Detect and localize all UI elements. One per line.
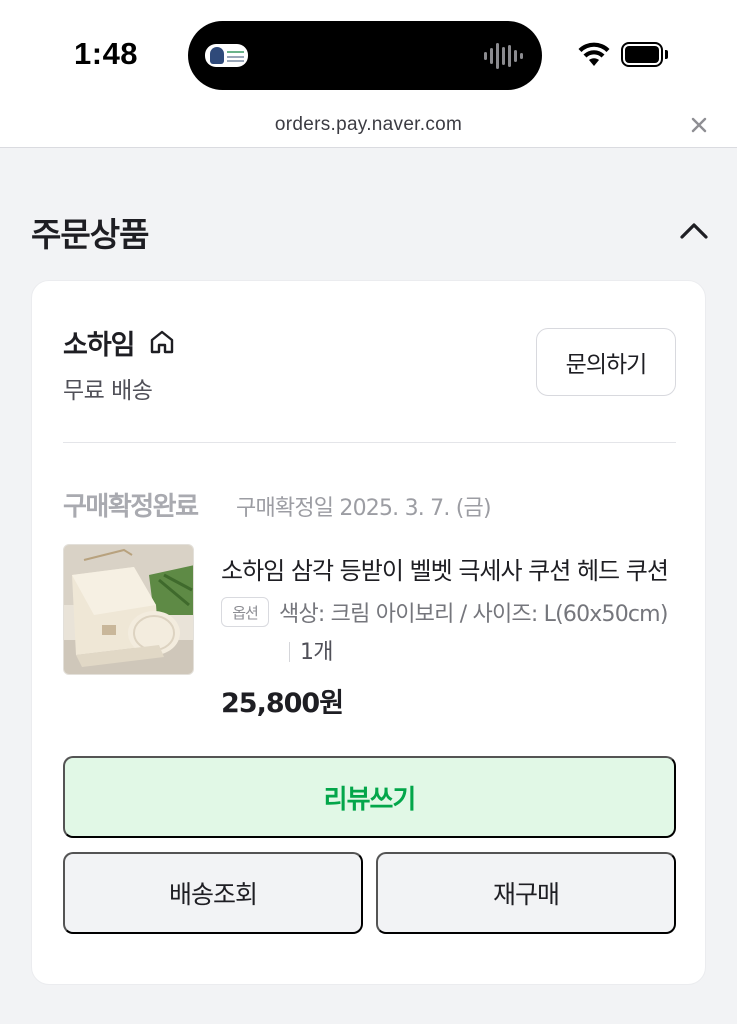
inquiry-button[interactable]: 문의하기	[536, 328, 676, 396]
now-playing-thumbnail	[205, 44, 248, 67]
write-review-button[interactable]: 리뷰쓰기	[63, 756, 676, 838]
store-home-icon[interactable]	[148, 328, 176, 356]
close-icon[interactable]	[688, 114, 710, 136]
option-badge: 옵션	[221, 597, 269, 627]
audio-waveform-icon	[484, 43, 524, 69]
price: 25,800원	[221, 688, 344, 719]
url-bar[interactable]: orders.pay.naver.com	[0, 106, 737, 148]
section-title: 주문상품	[31, 215, 149, 254]
order-status: 구매확정완료	[63, 492, 199, 522]
url-text: orders.pay.naver.com	[274, 114, 463, 135]
battery-icon	[621, 42, 668, 67]
option-value: 색상: 크림 아이보리 / 사이즈: L(60x50cm)	[279, 602, 668, 627]
status-bar: 1:48	[0, 0, 737, 106]
wifi-icon	[578, 42, 610, 66]
option-text: 색상: 크림 아이보리 / 사이즈: L(60x50cm) 1개	[279, 596, 674, 672]
quantity-separator	[289, 642, 290, 662]
confirm-date: 구매확정일 2025. 3. 7. (금)	[236, 496, 492, 521]
rebuy-button[interactable]: 재구매	[376, 852, 676, 934]
shipping-label: 무료 배송	[63, 378, 153, 404]
track-delivery-button[interactable]: 배송조회	[63, 852, 363, 934]
order-card: 소하임 무료 배송 문의하기 구매확정완료 구매확정일 2025. 3. 7. …	[31, 280, 706, 985]
seller-name[interactable]: 소하임	[63, 323, 136, 362]
product-image[interactable]	[63, 544, 194, 675]
divider	[63, 442, 676, 443]
dynamic-island[interactable]	[188, 21, 542, 90]
quantity: 1개	[300, 640, 333, 665]
product-name[interactable]: 소하임 삼각 등받이 벨벳 극세사 쿠션 헤드 쿠션	[221, 551, 673, 586]
chevron-up-icon[interactable]	[678, 219, 710, 243]
status-time: 1:48	[74, 36, 139, 71]
